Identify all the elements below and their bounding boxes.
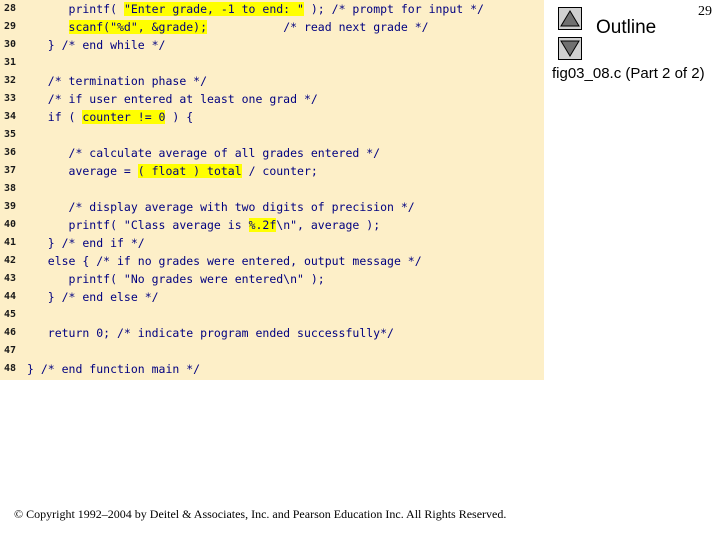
- code-line: 38: [0, 180, 544, 198]
- code-segment: / counter;: [241, 164, 318, 178]
- code-text: return 0; /* indicate program ended succ…: [27, 324, 394, 342]
- code-text: else { /* if no grades were entered, out…: [27, 252, 422, 270]
- line-number: 35: [4, 129, 17, 140]
- code-line: 35: [0, 126, 544, 144]
- code-segment: \n", average );: [276, 218, 381, 232]
- code-line: 43 printf( "No grades were entered\n" );: [0, 270, 544, 288]
- line-number: 48: [4, 363, 17, 374]
- code-line: 40 printf( "Class average is %.2f\n", av…: [0, 216, 544, 234]
- code-text: printf( "Enter grade, -1 to end: " ); /*…: [27, 0, 484, 18]
- line-number: 46: [4, 327, 17, 338]
- code-text: } /* end else */: [27, 288, 159, 306]
- code-line: 29 scanf("%d", &grade); /* read next gra…: [0, 18, 544, 36]
- code-text: /* display average with two digits of pr…: [27, 198, 415, 216]
- code-text: } /* end if */: [27, 234, 145, 252]
- code-line: 42 else { /* if no grades were entered, …: [0, 252, 544, 270]
- code-segment: /* read next grade */: [207, 20, 429, 34]
- code-segment: /* termination phase */: [27, 74, 208, 88]
- code-segment: printf( "Class average is: [27, 218, 249, 232]
- code-segment: else { /* if no grades were entered, out…: [27, 254, 422, 268]
- code-listing: 28 printf( "Enter grade, -1 to end: " );…: [0, 0, 544, 380]
- code-line: 41 } /* end if */: [0, 234, 544, 252]
- line-number: 44: [4, 291, 17, 302]
- code-line: 36 /* calculate average of all grades en…: [0, 144, 544, 162]
- code-line: 45: [0, 306, 544, 324]
- line-number: 43: [4, 273, 17, 284]
- code-text: /* calculate average of all grades enter…: [27, 144, 381, 162]
- figure-caption: fig03_08.c (Part 2 of 2): [552, 65, 705, 82]
- line-number: 42: [4, 255, 17, 266]
- line-number: 34: [4, 111, 17, 122]
- code-segment: } /* end while */: [27, 38, 166, 52]
- code-text: /* termination phase */: [27, 72, 207, 90]
- copyright-notice: © Copyright 1992–2004 by Deitel & Associ…: [14, 507, 507, 521]
- line-number: 37: [4, 165, 17, 176]
- code-text: average = ( float ) total / counter;: [27, 162, 318, 180]
- code-line: 31: [0, 54, 544, 72]
- code-segment: printf( "No grades were entered\n" );: [27, 272, 325, 286]
- line-number: 39: [4, 201, 17, 212]
- previous-slide-button[interactable]: [558, 7, 582, 30]
- line-number: 29: [4, 21, 17, 32]
- code-segment: /* if user entered at least one grad */: [27, 92, 318, 106]
- code-line: 47: [0, 342, 544, 360]
- highlighted-code: counter != 0: [82, 110, 166, 124]
- highlighted-code: %.2f: [248, 218, 277, 232]
- line-number: 33: [4, 93, 17, 104]
- code-line: 39 /* display average with two digits of…: [0, 198, 544, 216]
- code-segment: /* display average with two digits of pr…: [27, 200, 415, 214]
- code-segment: return 0; /* indicate program ended succ…: [27, 326, 394, 340]
- code-line: 48 } /* end function main */: [0, 360, 544, 378]
- triangle-down-icon: [560, 40, 580, 57]
- code-line: 44 } /* end else */: [0, 288, 544, 306]
- line-number: 36: [4, 147, 17, 158]
- code-text: if ( counter != 0 ) {: [27, 108, 193, 126]
- code-segment: printf(: [27, 2, 124, 16]
- page-number: 29: [698, 4, 712, 19]
- code-text: printf( "Class average is %.2f\n", avera…: [27, 216, 380, 234]
- line-number: 31: [4, 57, 17, 68]
- highlighted-code: "Enter grade, -1 to end: ": [123, 2, 304, 16]
- code-text: /* if user entered at least one grad */: [27, 90, 318, 108]
- code-text: printf( "No grades were entered\n" );: [27, 270, 325, 288]
- code-text: } /* end while */: [27, 36, 166, 54]
- code-line: 30 } /* end while */: [0, 36, 544, 54]
- highlighted-code: scanf("%d", &grade);: [68, 20, 208, 34]
- code-segment: ); /* prompt for input */: [303, 2, 484, 16]
- code-line: 32 /* termination phase */: [0, 72, 544, 90]
- code-segment: } /* end function main */: [27, 362, 201, 376]
- code-text: } /* end function main */: [27, 360, 200, 378]
- line-number: 30: [4, 39, 17, 50]
- code-text: scanf("%d", &grade); /* read next grade …: [27, 18, 429, 36]
- line-number: 41: [4, 237, 17, 248]
- line-number: 45: [4, 309, 17, 320]
- triangle-up-icon: [560, 10, 580, 27]
- outline-label: Outline: [596, 17, 657, 38]
- line-number: 47: [4, 345, 17, 356]
- line-number: 32: [4, 75, 17, 86]
- next-slide-button[interactable]: [558, 37, 582, 60]
- code-line: 33 /* if user entered at least one grad …: [0, 90, 544, 108]
- code-segment: ) {: [165, 110, 194, 124]
- code-segment: if (: [27, 110, 83, 124]
- code-line: 34 if ( counter != 0 ) {: [0, 108, 544, 126]
- highlighted-code: ( float ) total: [137, 164, 242, 178]
- line-number: 38: [4, 183, 17, 194]
- line-number: 28: [4, 3, 17, 14]
- code-segment: average =: [27, 164, 138, 178]
- code-segment: } /* end else */: [27, 290, 159, 304]
- code-line: 46 return 0; /* indicate program ended s…: [0, 324, 544, 342]
- code-line: 37 average = ( float ) total / counter;: [0, 162, 544, 180]
- code-segment: /* calculate average of all grades enter…: [27, 146, 381, 160]
- code-segment: } /* end if */: [27, 236, 145, 250]
- code-line: 28 printf( "Enter grade, -1 to end: " );…: [0, 0, 544, 18]
- line-number: 40: [4, 219, 17, 230]
